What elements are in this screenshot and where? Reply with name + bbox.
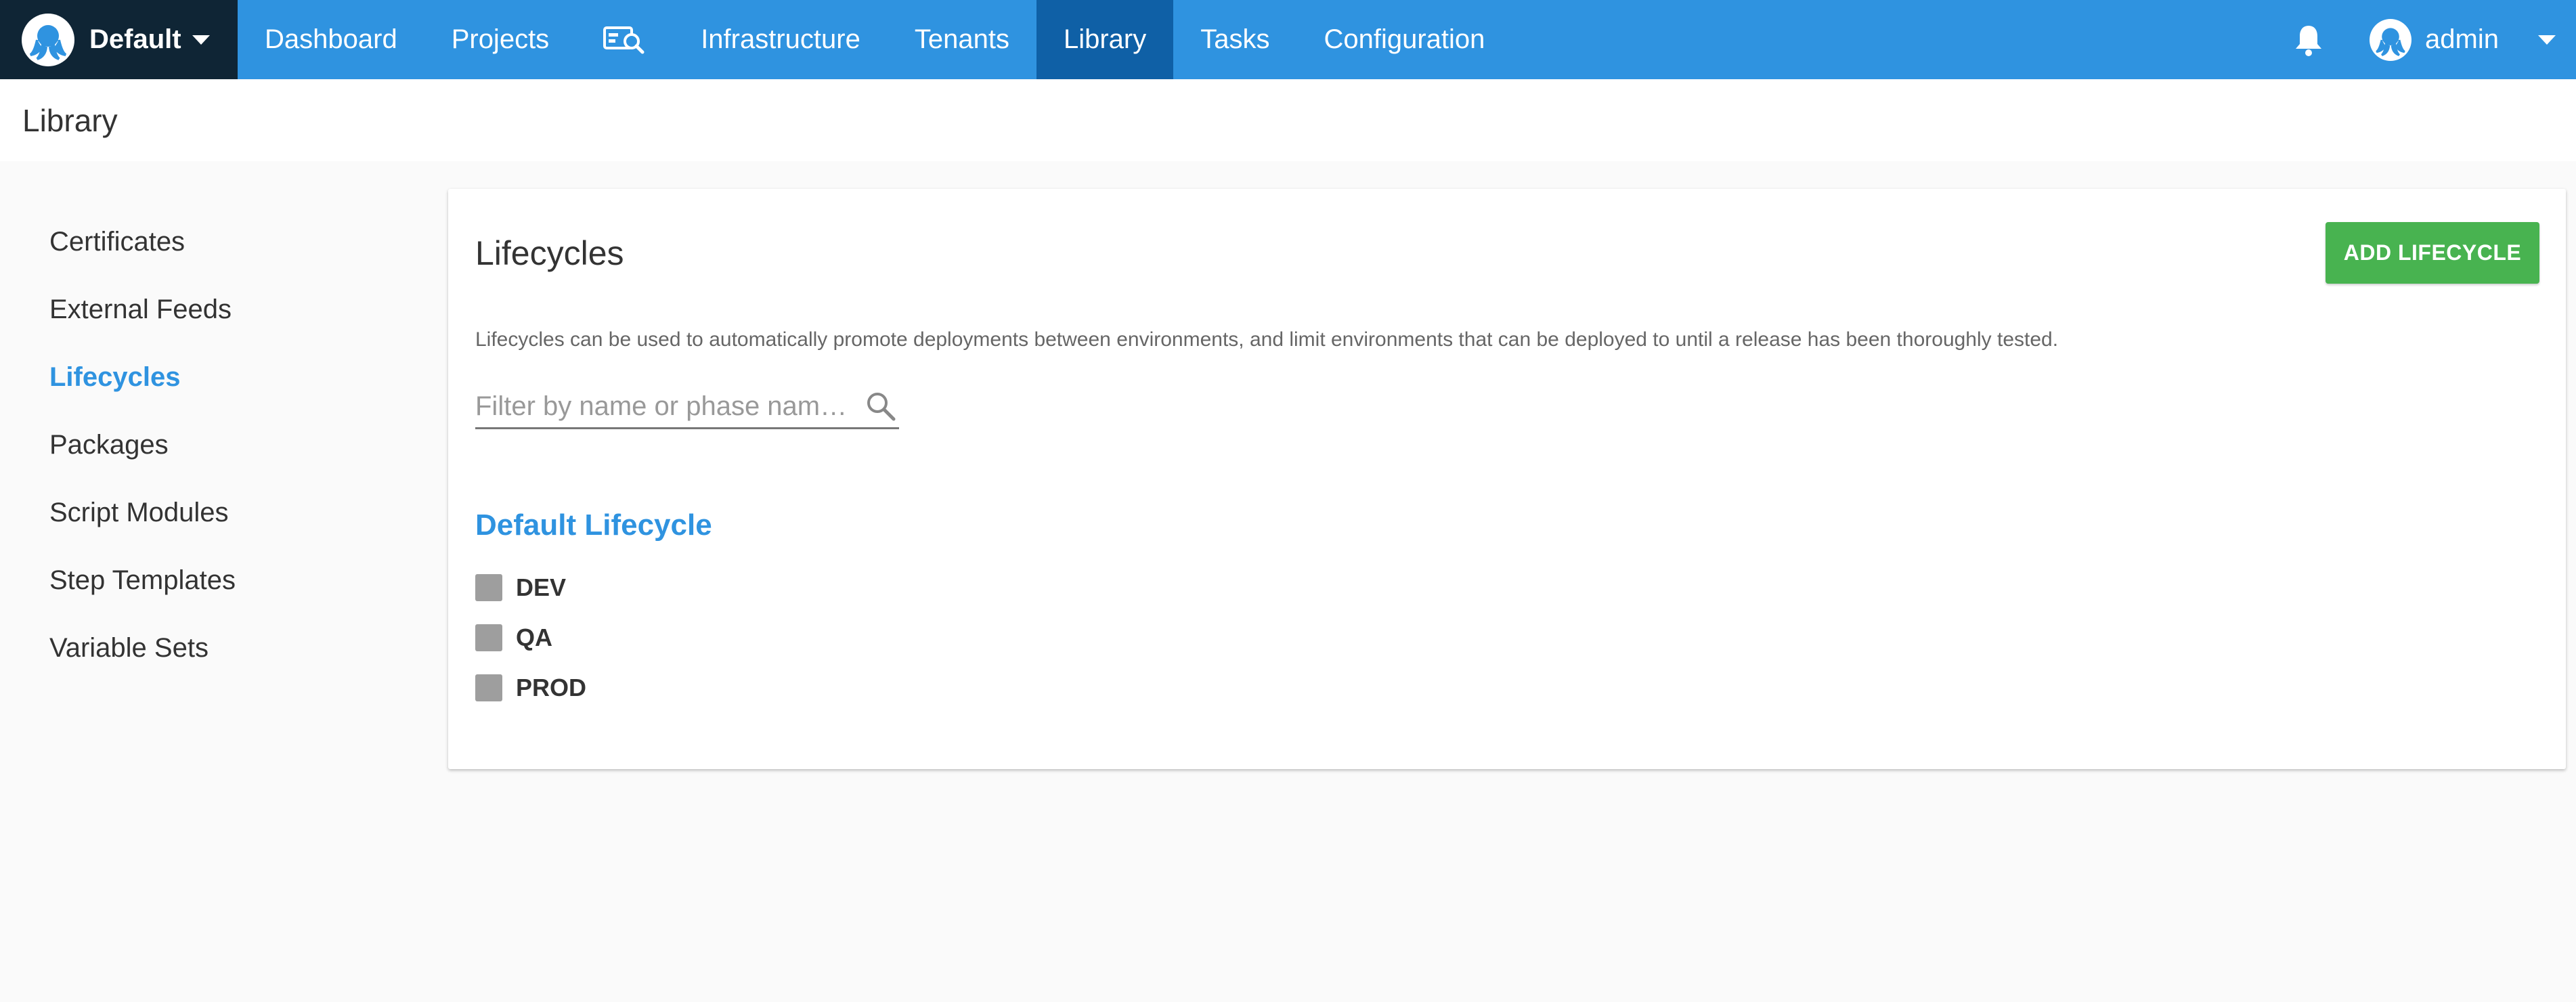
- phase-item: QA: [475, 624, 552, 651]
- lifecycle-link-default[interactable]: Default Lifecycle: [475, 508, 712, 542]
- username: admin: [2425, 24, 2499, 54]
- sidebar-item-script-modules[interactable]: Script Modules: [49, 498, 229, 528]
- sidebar-item-variable-sets[interactable]: Variable Sets: [49, 633, 209, 663]
- octopus-logo-icon: [22, 13, 74, 66]
- page-header: Library: [0, 79, 2576, 161]
- topbar-right: admin: [2288, 0, 2576, 79]
- space-switcher[interactable]: Default: [0, 0, 238, 79]
- sidebar-item-lifecycles[interactable]: Lifecycles: [49, 362, 180, 393]
- top-navigation-bar: Default Dashboard Projects Infrastructur…: [0, 0, 2576, 79]
- section-description: Lifecycles can be used to automatically …: [475, 328, 2059, 351]
- chevron-down-icon: [192, 35, 210, 45]
- section-title: Lifecycles: [475, 234, 624, 272]
- user-menu[interactable]: admin: [2370, 18, 2576, 61]
- notifications-button[interactable]: [2288, 0, 2329, 79]
- sidebar-item-external-feeds[interactable]: External Feeds: [49, 295, 232, 325]
- user-avatar-icon: [2370, 18, 2412, 61]
- nav-dashboard[interactable]: Dashboard: [238, 0, 424, 79]
- nav-search-dashboard[interactable]: [576, 0, 674, 79]
- nav-library[interactable]: Library: [1036, 0, 1174, 79]
- sidebar-item-certificates[interactable]: Certificates: [49, 227, 185, 257]
- filter-field: [475, 385, 899, 429]
- phase-label: QA: [516, 624, 552, 651]
- phase-marker-icon: [475, 674, 502, 701]
- nav-configuration[interactable]: Configuration: [1296, 0, 1512, 79]
- phase-marker-icon: [475, 574, 502, 601]
- nav-projects[interactable]: Projects: [424, 0, 577, 79]
- phase-label: PROD: [516, 674, 587, 701]
- sidebar-item-step-templates[interactable]: Step Templates: [49, 565, 236, 596]
- sidebar-item-packages[interactable]: Packages: [49, 430, 169, 460]
- space-name: Default: [89, 24, 181, 54]
- phase-item: DEV: [475, 573, 567, 601]
- phase-label: DEV: [516, 573, 567, 601]
- page-title: Library: [22, 102, 118, 138]
- add-lifecycle-button[interactable]: ADD LIFECYCLE: [2326, 222, 2539, 284]
- nav-infrastructure[interactable]: Infrastructure: [674, 0, 888, 79]
- nav-tenants[interactable]: Tenants: [888, 0, 1036, 79]
- filter-input[interactable]: [475, 391, 854, 422]
- bell-icon: [2296, 25, 2322, 56]
- lifecycles-card: Lifecycles ADD LIFECYCLE Lifecycles can …: [448, 189, 2566, 769]
- phase-item: PROD: [475, 674, 586, 701]
- nav-tasks[interactable]: Tasks: [1173, 0, 1296, 79]
- search-icon: [867, 393, 896, 421]
- chevron-down-icon: [2538, 35, 2556, 45]
- main-nav: Dashboard Projects Infrastructure Tenant…: [238, 0, 1512, 79]
- phase-marker-icon: [475, 624, 502, 651]
- search-dashboard-icon: [603, 26, 645, 53]
